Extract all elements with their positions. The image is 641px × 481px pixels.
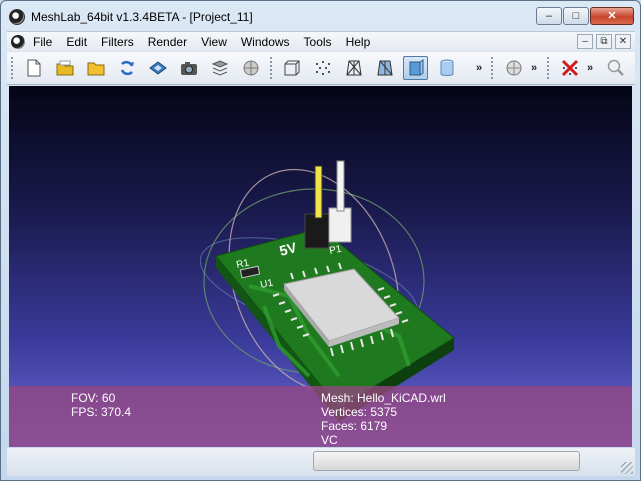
vc-label: VC bbox=[321, 433, 338, 447]
toolbar-more-icon[interactable]: » bbox=[587, 62, 593, 74]
mesh-name-label: Mesh: Hello_KiCAD.wrl bbox=[321, 391, 446, 405]
toolbar-grip[interactable] bbox=[491, 57, 494, 79]
meshlab-app-icon bbox=[9, 9, 25, 25]
toolbar-grip[interactable] bbox=[270, 57, 273, 79]
new-project-icon[interactable] bbox=[21, 56, 46, 80]
hidden-lines-icon[interactable] bbox=[372, 56, 397, 80]
smooth-shading-icon[interactable] bbox=[434, 56, 459, 80]
menu-view[interactable]: View bbox=[201, 35, 227, 49]
mdi-close-button[interactable]: ✕ bbox=[615, 34, 631, 49]
pin-header-p1 bbox=[304, 160, 352, 249]
snapshot-icon[interactable] bbox=[176, 56, 201, 80]
delete-icon[interactable] bbox=[557, 56, 582, 80]
hidden-icon[interactable] bbox=[238, 56, 263, 80]
info-overlay: FOV: 60 FPS: 370.4 Mesh: Hello_KiCAD.wrl… bbox=[9, 386, 632, 447]
toolbar-grip[interactable] bbox=[547, 57, 550, 79]
menu-render[interactable]: Render bbox=[148, 35, 187, 49]
progress-bar bbox=[313, 451, 580, 471]
save-icon[interactable] bbox=[145, 56, 170, 80]
toolbar-more-icon[interactable]: » bbox=[531, 62, 537, 74]
toolbar-grip[interactable] bbox=[11, 57, 14, 79]
main-toolbar: » » » bbox=[7, 52, 635, 85]
bounding-box-icon[interactable] bbox=[279, 56, 304, 80]
zoom-icon[interactable] bbox=[603, 56, 628, 80]
info-left: FOV: 60 FPS: 370.4 bbox=[71, 391, 131, 419]
window-title: MeshLab_64bit v1.3.4BETA - [Project_11] bbox=[31, 10, 253, 24]
title-bar[interactable]: MeshLab_64bit v1.3.4BETA - [Project_11] … bbox=[1, 1, 640, 31]
menu-windows[interactable]: Windows bbox=[241, 35, 290, 49]
lighting-icon[interactable] bbox=[501, 56, 526, 80]
maximize-button[interactable]: □ bbox=[563, 7, 589, 25]
mesh-info: Mesh: Hello_KiCAD.wrl Vertices: 5375 Fac… bbox=[321, 391, 446, 447]
layers-icon[interactable] bbox=[207, 56, 232, 80]
flat-shading-icon[interactable] bbox=[403, 56, 428, 80]
menu-file[interactable]: File bbox=[33, 35, 52, 49]
menu-help[interactable]: Help bbox=[346, 35, 371, 49]
faces-label: Faces: 6179 bbox=[321, 419, 388, 433]
reload-icon[interactable] bbox=[114, 56, 139, 80]
mdi-restore-button[interactable]: ⧉ bbox=[596, 34, 612, 49]
minimize-button[interactable]: – bbox=[536, 7, 562, 25]
open-project-icon[interactable] bbox=[52, 56, 77, 80]
mdi-controls: – ⧉ ✕ bbox=[574, 34, 631, 49]
menu-items: File Edit Filters Render View Windows To… bbox=[33, 35, 384, 49]
open-mesh-icon[interactable] bbox=[83, 56, 108, 80]
meshlab-window: MeshLab_64bit v1.3.4BETA - [Project_11] … bbox=[0, 0, 641, 481]
close-button[interactable]: ✕ bbox=[590, 7, 634, 25]
toolbar-more-icon[interactable]: » bbox=[476, 62, 482, 74]
mdi-document-icon[interactable] bbox=[11, 35, 25, 49]
menu-filters[interactable]: Filters bbox=[101, 35, 134, 49]
menu-edit[interactable]: Edit bbox=[66, 35, 87, 49]
fps-label: FPS: 370.4 bbox=[71, 405, 132, 419]
status-bar bbox=[7, 448, 635, 476]
resize-grip[interactable] bbox=[621, 462, 633, 474]
vertices-label: Vertices: 5375 bbox=[321, 405, 398, 419]
window-controls: – □ ✕ bbox=[535, 7, 634, 25]
fov-label: FOV: 60 bbox=[71, 391, 116, 405]
mdi-minimize-button[interactable]: – bbox=[577, 34, 593, 49]
menu-bar: File Edit Filters Render View Windows To… bbox=[7, 31, 635, 51]
3d-viewport[interactable]: 5V R1 U1 P1 FOV: 60 FPS: 370.4 Mesh: Hel… bbox=[9, 86, 632, 447]
points-icon[interactable] bbox=[310, 56, 335, 80]
menu-tools[interactable]: Tools bbox=[304, 35, 332, 49]
wireframe-icon[interactable] bbox=[341, 56, 366, 80]
